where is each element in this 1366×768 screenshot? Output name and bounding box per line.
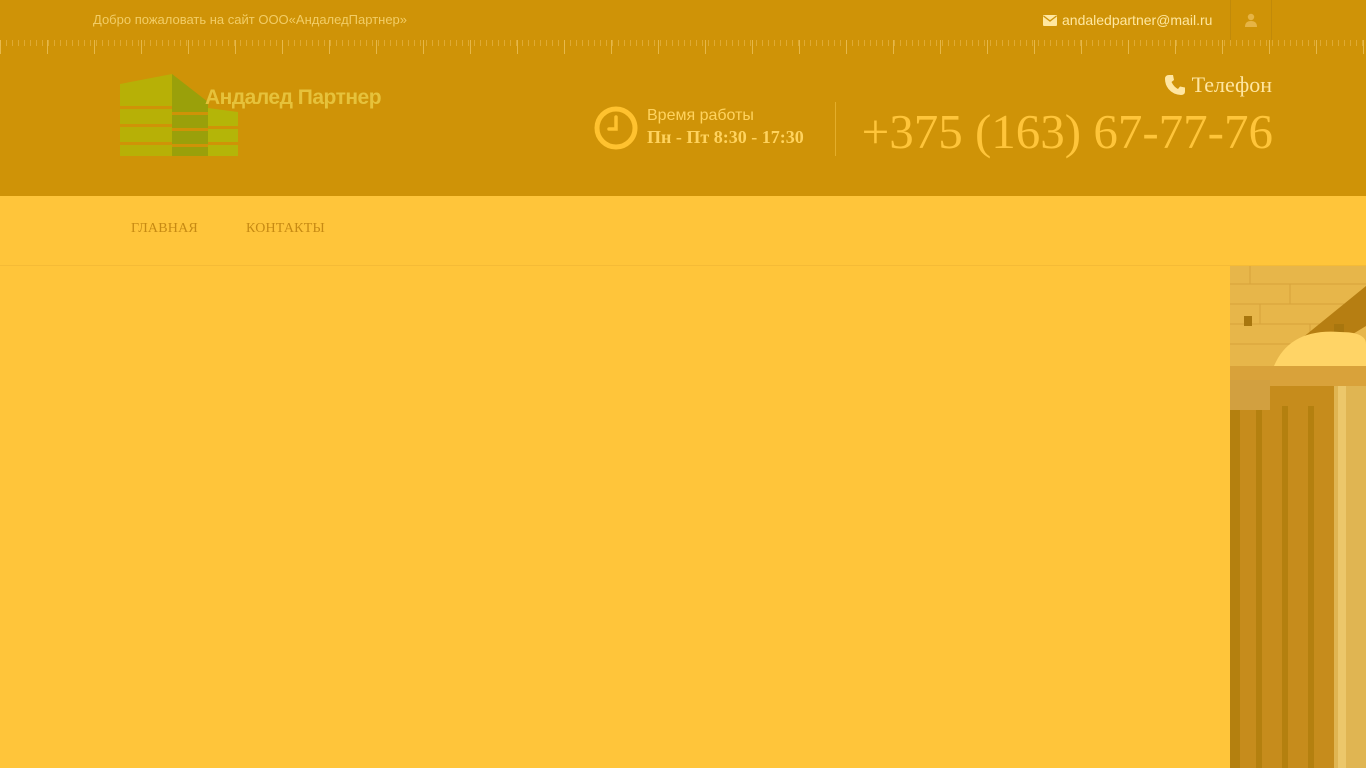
- snowy-fence-photo: [1230, 266, 1366, 768]
- phone-label-text: Телефон: [1191, 72, 1272, 97]
- email-link[interactable]: andaledpartner@mail.ru: [1043, 12, 1212, 28]
- site-header: Андалед Партнер Время работы Пн - Пт 8:3…: [0, 56, 1366, 196]
- hours-value: Пн - Пт 8:30 - 17:30: [647, 127, 804, 147]
- decorative-ruler-strip: [0, 40, 1366, 56]
- email-text: andaledpartner@mail.ru: [1062, 12, 1213, 28]
- logo-text: Андалед Партнер: [205, 86, 382, 109]
- main-navigation: ГЛАВНАЯ КОНТАКТЫ: [0, 196, 1366, 266]
- hours-label: Время работы: [647, 107, 754, 124]
- top-bar: Добро пожаловать на сайт ООО«АндаледПарт…: [0, 0, 1366, 40]
- clock-icon: [594, 106, 638, 150]
- working-hours: Время работы Пн - Пт 8:30 - 17:30: [594, 106, 804, 150]
- hero-photo-fragment: [1230, 266, 1366, 768]
- user-login-button[interactable]: [1230, 0, 1272, 40]
- header-divider: [835, 102, 836, 156]
- phone-label: Телефон: [1164, 72, 1272, 98]
- nav-item-home[interactable]: ГЛАВНАЯ: [131, 221, 198, 237]
- phone-icon: [1164, 75, 1185, 95]
- nav-item-contacts[interactable]: КОНТАКТЫ: [246, 221, 325, 237]
- welcome-text: Добро пожаловать на сайт ООО«АндаледПарт…: [93, 12, 408, 27]
- user-icon: [1245, 13, 1257, 27]
- site-logo[interactable]: Андалед Партнер: [118, 72, 382, 158]
- phone-number[interactable]: +375 (163) 67-77-76: [862, 104, 1273, 160]
- building-logo-icon: [120, 74, 238, 156]
- envelope-icon: [1043, 14, 1057, 26]
